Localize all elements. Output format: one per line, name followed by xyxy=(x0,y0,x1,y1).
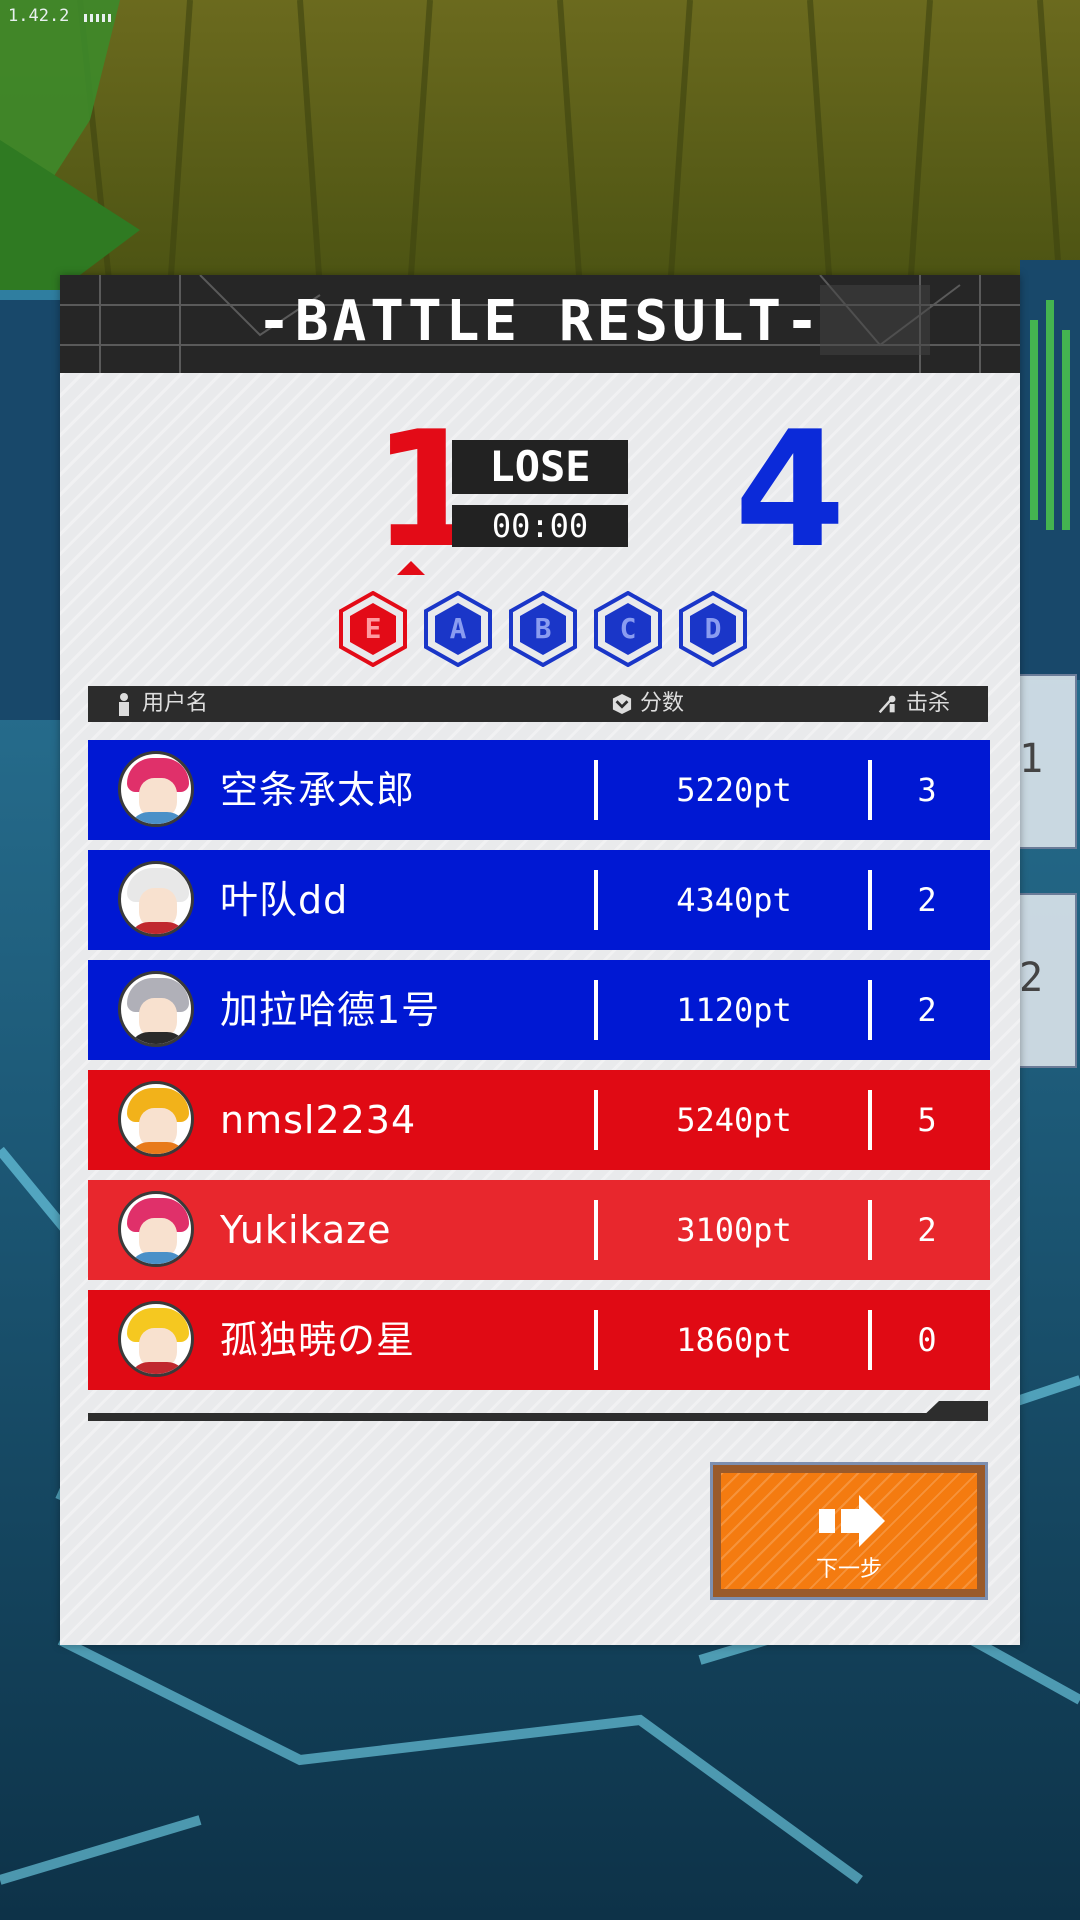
player-kills: 0 xyxy=(917,1321,937,1359)
player-points: 1120pt xyxy=(676,991,792,1029)
badge-letter: B xyxy=(534,612,552,645)
version-label: 1.42.2 xyxy=(8,6,70,26)
column-label: 分数 xyxy=(640,691,685,716)
player-name: 叶队dd xyxy=(220,878,349,922)
player-name: 加拉哈德1号 xyxy=(220,988,441,1032)
player-name: nmsl2234 xyxy=(220,1098,417,1142)
divider xyxy=(594,1200,598,1260)
player-kills: 5 xyxy=(917,1101,937,1139)
player-kills: 3 xyxy=(917,771,937,809)
user-icon xyxy=(119,693,129,716)
signal-icon xyxy=(84,14,114,22)
side-tab-label: 2 xyxy=(1019,955,1044,1001)
badge-letter: C xyxy=(619,612,637,645)
next-button[interactable]: 下一步 xyxy=(710,1462,988,1600)
player-avatar xyxy=(118,751,194,827)
player-row[interactable]: 加拉哈德1号 1120pt 2 xyxy=(88,960,990,1060)
battle-result-panel: -BATTLE RESULT- 1 LOSE 00:00 4 E A B C D xyxy=(60,275,1020,1645)
player-avatar xyxy=(118,971,194,1047)
badge-letter: E xyxy=(364,612,382,645)
result-label: LOSE xyxy=(452,440,628,494)
rank-badge: C xyxy=(593,591,663,667)
arrow-right-icon xyxy=(819,1495,885,1547)
player-row[interactable]: 空条承太郎 5220pt 3 xyxy=(88,740,990,840)
panel-header: -BATTLE RESULT- xyxy=(60,275,1020,373)
player-avatar xyxy=(118,1081,194,1157)
player-points: 3100pt xyxy=(676,1211,792,1249)
table-header: 用户名 分数 击杀 xyxy=(88,686,988,722)
score-icon xyxy=(612,694,632,714)
player-name: Yukikaze xyxy=(220,1208,392,1252)
divider xyxy=(594,980,598,1040)
kills-icon xyxy=(878,695,896,714)
rank-badge: A xyxy=(423,591,493,667)
player-points: 5240pt xyxy=(676,1101,792,1139)
divider xyxy=(868,760,872,820)
player-row[interactable]: Yukikaze 3100pt 2 xyxy=(88,1180,990,1280)
column-username: 用户名 xyxy=(114,686,208,722)
rank-badge: B xyxy=(508,591,578,667)
column-label: 击杀 xyxy=(906,691,951,716)
divider xyxy=(868,1310,872,1370)
player-avatar xyxy=(118,1191,194,1267)
divider xyxy=(594,1310,598,1370)
player-avatar xyxy=(118,1301,194,1377)
rank-badges: E A B C D xyxy=(338,591,758,667)
column-kills: 击杀 xyxy=(878,686,950,722)
column-score: 分数 xyxy=(612,686,684,722)
next-button-label: 下一步 xyxy=(815,1557,882,1582)
player-kills: 2 xyxy=(917,991,937,1029)
player-name: 空条承太郎 xyxy=(220,768,416,812)
divider xyxy=(594,1090,598,1150)
column-label: 用户名 xyxy=(142,691,209,716)
match-timer: 00:00 xyxy=(452,505,628,547)
divider xyxy=(594,870,598,930)
divider xyxy=(868,870,872,930)
rank-badge: D xyxy=(678,591,748,667)
divider xyxy=(594,760,598,820)
next-button-face: 下一步 xyxy=(721,1473,977,1589)
player-row[interactable]: nmsl2234 5240pt 5 xyxy=(88,1070,990,1170)
player-kills: 2 xyxy=(917,1211,937,1249)
red-team-score: 1 xyxy=(372,396,484,583)
page-title: -BATTLE RESULT- xyxy=(257,289,823,354)
player-name: 孤独暁の星 xyxy=(220,1318,416,1362)
player-kills: 2 xyxy=(917,881,937,919)
player-team-marker xyxy=(397,561,425,575)
badge-letter: D xyxy=(704,612,722,645)
player-points: 1860pt xyxy=(676,1321,792,1359)
player-points: 4340pt xyxy=(676,881,792,919)
divider xyxy=(868,980,872,1040)
divider xyxy=(868,1090,872,1150)
player-row[interactable]: 叶队dd 4340pt 2 xyxy=(88,850,990,950)
blue-team-score: 4 xyxy=(734,396,846,583)
table-footer-line xyxy=(88,1413,988,1421)
player-points: 5220pt xyxy=(676,771,792,809)
divider xyxy=(868,1200,872,1260)
player-row[interactable]: 孤独暁の星 1860pt 0 xyxy=(88,1290,990,1390)
badge-letter: A xyxy=(449,612,467,645)
rank-badge: E xyxy=(338,591,408,667)
side-tab-label: 1 xyxy=(1019,736,1044,782)
player-avatar xyxy=(118,861,194,937)
